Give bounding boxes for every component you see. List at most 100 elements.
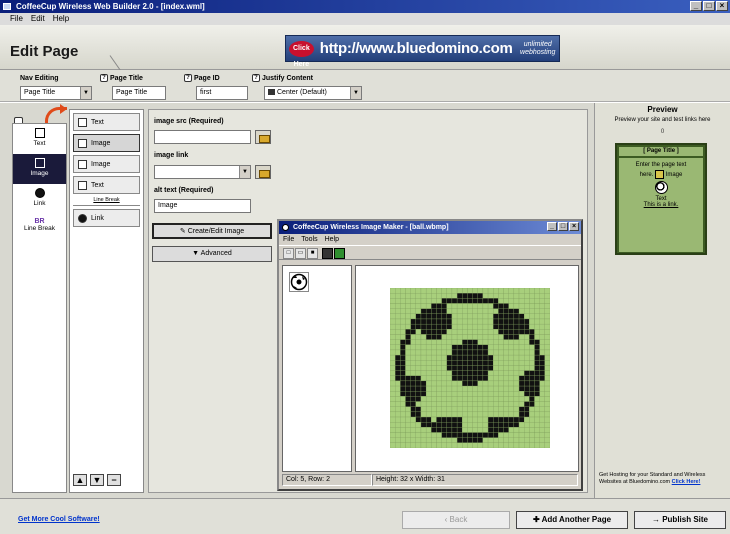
pixel-cell[interactable] xyxy=(400,344,406,351)
pixel-cell[interactable] xyxy=(529,334,535,340)
pixel-cell[interactable] xyxy=(508,370,515,376)
pixel-cell[interactable] xyxy=(400,432,406,438)
pixel-cell[interactable] xyxy=(462,422,468,428)
pixel-cell[interactable] xyxy=(420,375,427,382)
pixel-cell[interactable] xyxy=(390,354,396,361)
pixel-cell[interactable] xyxy=(425,416,432,423)
pixel-cell[interactable] xyxy=(487,375,494,382)
pixel-cell[interactable] xyxy=(544,391,550,397)
pixel-cell[interactable] xyxy=(436,318,442,325)
pixel-cell[interactable] xyxy=(410,370,416,376)
pixel-cell[interactable] xyxy=(544,416,550,423)
alt-text-input[interactable]: Image xyxy=(154,199,251,213)
pixel-cell[interactable] xyxy=(400,288,406,294)
pixel-cell[interactable] xyxy=(456,432,463,438)
pixel-cell[interactable] xyxy=(451,329,458,335)
open-folder-icon[interactable]: ▭ xyxy=(295,248,306,259)
pixel-cell[interactable] xyxy=(405,422,411,428)
pixel-cell[interactable] xyxy=(534,329,540,335)
pixel-cell[interactable] xyxy=(451,370,458,376)
pixel-cell[interactable] xyxy=(410,354,416,361)
pixel-cell[interactable] xyxy=(410,437,416,443)
pixel-cell[interactable] xyxy=(436,406,442,413)
pixel-cell[interactable] xyxy=(487,365,494,371)
pixel-cell[interactable] xyxy=(420,349,427,356)
pixel-cell[interactable] xyxy=(518,288,525,294)
pixel-cell[interactable] xyxy=(420,411,427,418)
pixel-cell[interactable] xyxy=(405,365,411,371)
pixel-cell[interactable] xyxy=(467,354,473,361)
pixel-cell[interactable] xyxy=(477,313,484,320)
pixel-cell[interactable] xyxy=(456,427,463,433)
pixel-cell[interactable] xyxy=(539,370,545,376)
pixel-cell[interactable] xyxy=(539,298,545,304)
pixel-cell[interactable] xyxy=(410,334,416,340)
pixel-cell[interactable] xyxy=(498,298,504,304)
pixel-cell[interactable] xyxy=(513,437,520,443)
pixel-cell[interactable] xyxy=(487,349,494,356)
pixel-cell[interactable] xyxy=(534,437,540,443)
pixel-cell[interactable] xyxy=(467,406,473,413)
pixel-cell[interactable] xyxy=(529,432,535,438)
pixel-cell[interactable] xyxy=(472,349,478,356)
pixel-cell[interactable] xyxy=(390,396,396,402)
pixel-cell[interactable] xyxy=(477,360,484,366)
pixel-cell[interactable] xyxy=(534,411,540,418)
pixel-cell[interactable] xyxy=(436,323,442,330)
pixel-cell[interactable] xyxy=(482,339,489,345)
pixel-cell[interactable] xyxy=(395,344,401,351)
pixel-cell[interactable] xyxy=(529,406,535,413)
pixel-cell[interactable] xyxy=(493,334,499,340)
pixel-cell[interactable] xyxy=(425,401,432,407)
pixel-cell[interactable] xyxy=(400,365,406,371)
pixel-cell[interactable] xyxy=(529,370,535,376)
pixel-cell[interactable] xyxy=(441,385,447,392)
pixel-cell[interactable] xyxy=(493,323,499,330)
pixel-cell[interactable] xyxy=(405,334,411,340)
pixel-cell[interactable] xyxy=(395,437,401,443)
browse-folder-icon[interactable] xyxy=(255,130,271,144)
pixel-cell[interactable] xyxy=(410,339,416,345)
pixel-cell[interactable] xyxy=(431,442,437,448)
pixel-cell[interactable] xyxy=(441,401,447,407)
pixel-cell[interactable] xyxy=(395,401,401,407)
pixel-cell[interactable] xyxy=(462,385,468,392)
pixel-cell[interactable] xyxy=(405,416,411,423)
pixel-cell[interactable] xyxy=(456,323,463,330)
pixel-cell[interactable] xyxy=(513,401,520,407)
pixel-cell[interactable] xyxy=(513,303,520,309)
pixel-cell[interactable] xyxy=(467,339,473,345)
pixel-cell[interactable] xyxy=(400,354,406,361)
pixel-cell[interactable] xyxy=(539,416,545,423)
pixel-cell[interactable] xyxy=(420,293,427,299)
pixel-cell[interactable] xyxy=(415,427,422,433)
pixel-cell[interactable] xyxy=(410,396,416,402)
pixel-cell[interactable] xyxy=(420,354,427,361)
pixel-cell[interactable] xyxy=(508,365,515,371)
pixel-cell[interactable] xyxy=(487,416,494,423)
pixel-cell[interactable] xyxy=(415,370,422,376)
pixel-cell[interactable] xyxy=(405,442,411,448)
pixel-cell[interactable] xyxy=(534,354,540,361)
pixel-cell[interactable] xyxy=(529,396,535,402)
pixel-cell[interactable] xyxy=(425,288,432,294)
pixel-cell[interactable] xyxy=(477,370,484,376)
pixel-cell[interactable] xyxy=(513,432,520,438)
pixel-cell[interactable] xyxy=(513,385,520,392)
maximize-button[interactable]: □ xyxy=(558,222,568,231)
pixel-cell[interactable] xyxy=(441,380,447,387)
pixel-cell[interactable] xyxy=(472,344,478,351)
pixel-cell[interactable] xyxy=(534,360,540,366)
pixel-cell[interactable] xyxy=(518,416,525,423)
pixel-cell[interactable] xyxy=(487,385,494,392)
pixel-cell[interactable] xyxy=(498,442,504,448)
image-src-input[interactable] xyxy=(154,130,251,144)
pixel-cell[interactable] xyxy=(508,349,515,356)
pixel-cell[interactable] xyxy=(462,380,468,387)
pixel-cell[interactable] xyxy=(436,432,442,438)
pixel-cell[interactable] xyxy=(493,365,499,371)
publish-button[interactable]: → Publish Site xyxy=(634,511,726,529)
pixel-cell[interactable] xyxy=(446,391,453,397)
pixel-cell[interactable] xyxy=(405,380,411,387)
pixel-cell[interactable] xyxy=(518,391,525,397)
